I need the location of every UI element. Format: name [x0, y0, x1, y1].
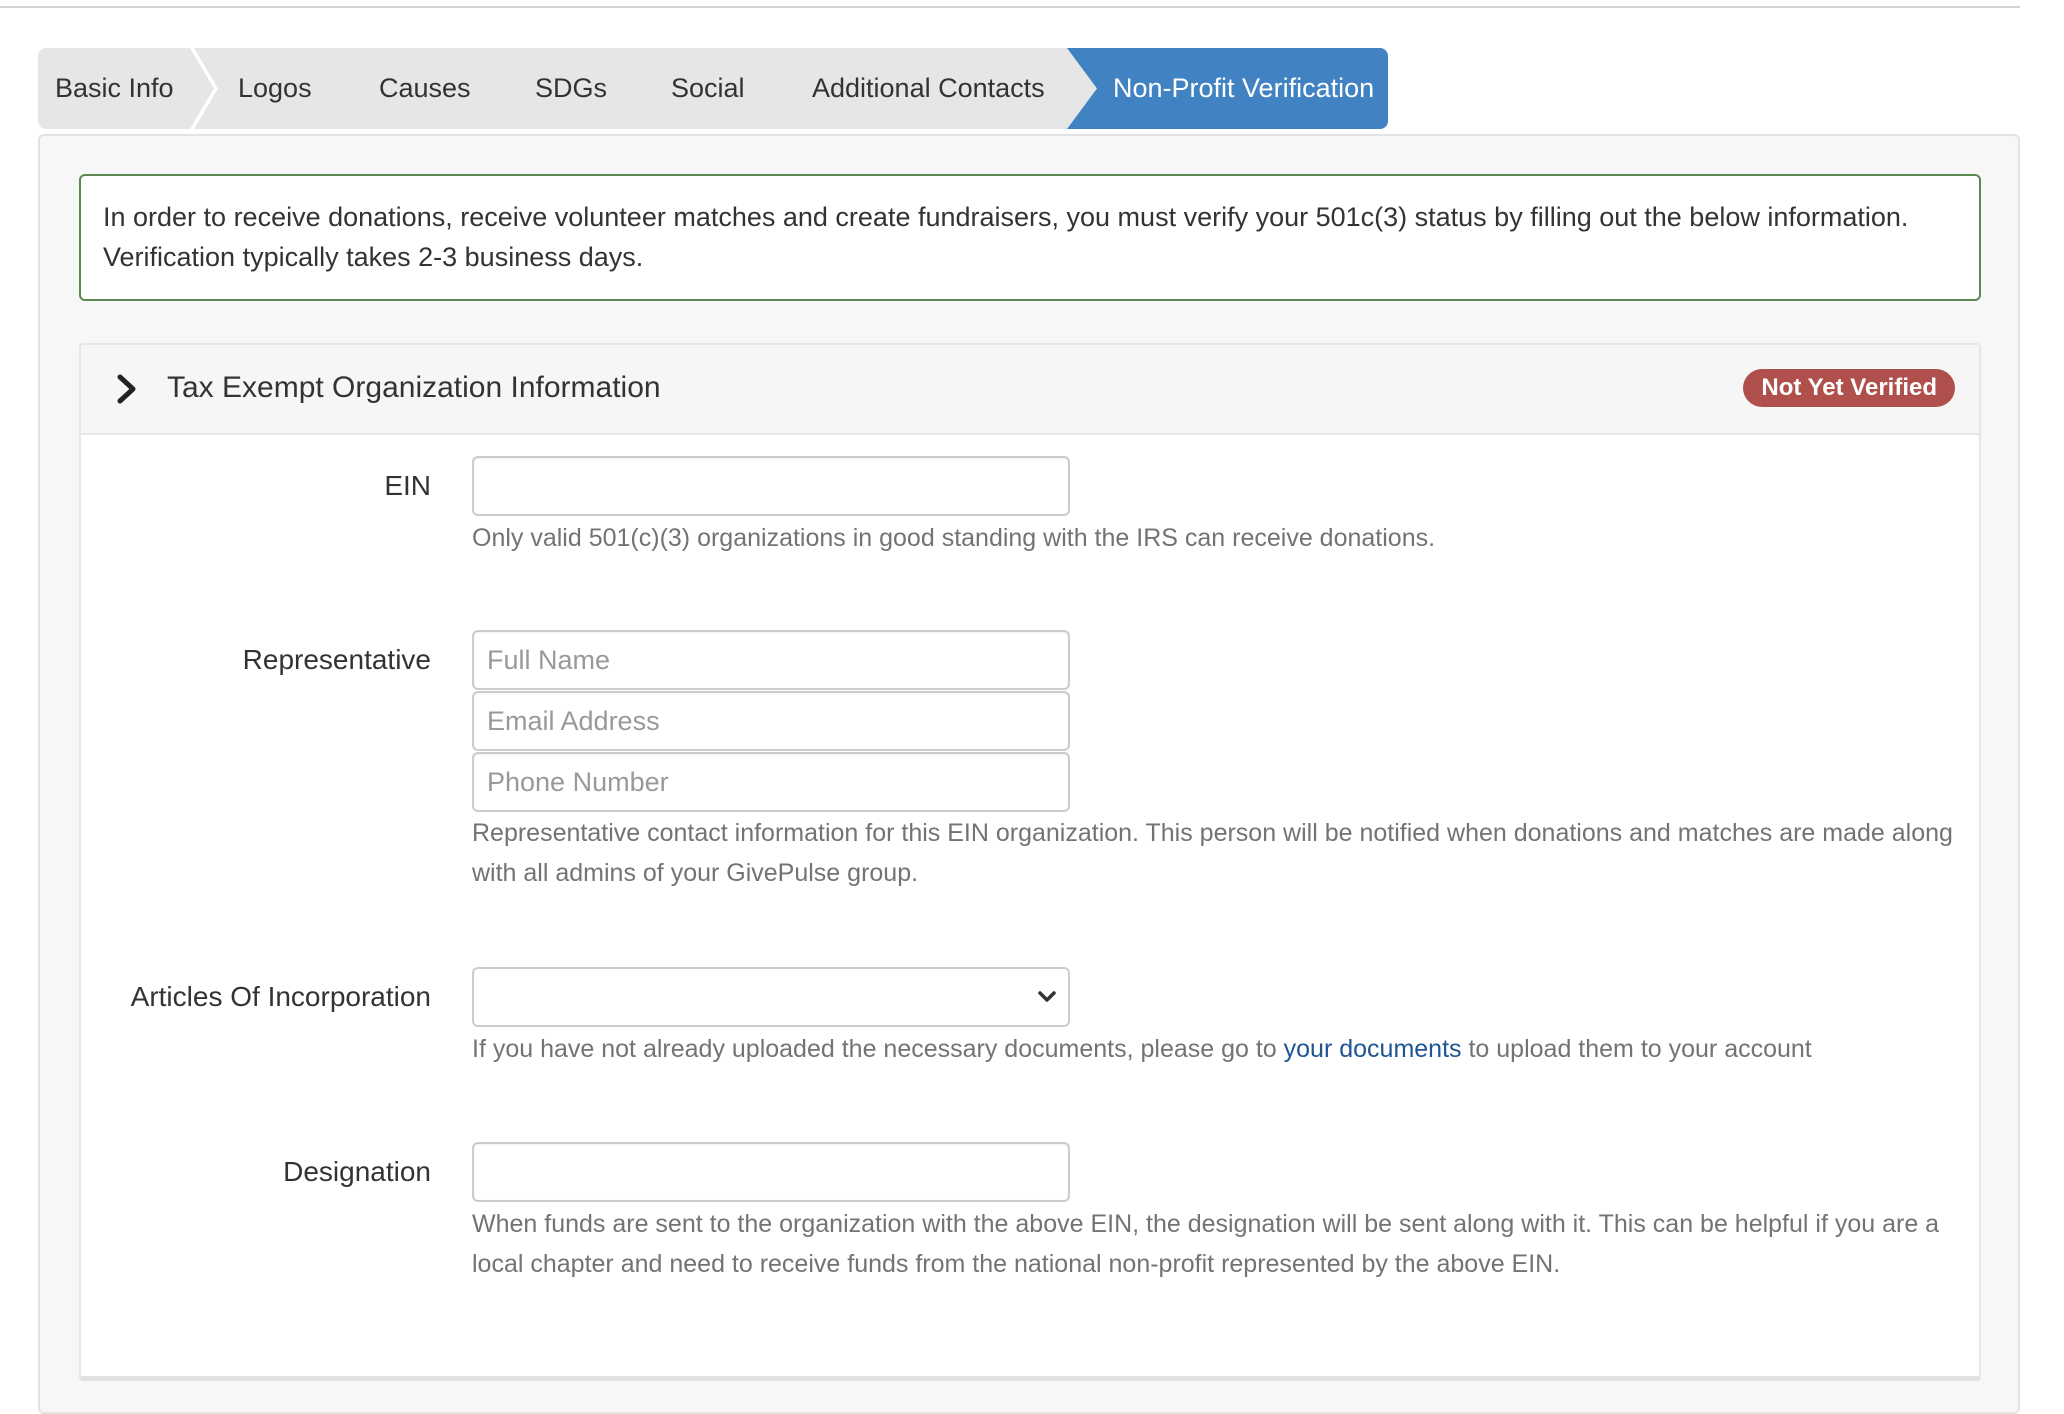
- verification-info-alert: In order to receive donations, receive v…: [79, 174, 1981, 301]
- designation-label: Designation: [283, 1156, 431, 1187]
- tab-logos[interactable]: Logos: [194, 48, 362, 129]
- articles-help-after: to upload them to your account: [1461, 1035, 1812, 1063]
- tab-label: Social: [671, 73, 745, 103]
- tab-label: SDGs: [535, 73, 608, 103]
- tab-label: Additional Contacts: [812, 73, 1045, 103]
- articles-of-incorporation-select[interactable]: [472, 967, 1070, 1027]
- tab-non-profit-verification[interactable]: Non-Profit Verification: [1067, 48, 1388, 129]
- designation-input[interactable]: [472, 1142, 1070, 1202]
- email-address-input[interactable]: [472, 691, 1070, 751]
- articles-of-incorporation-label: Articles Of Incorporation: [130, 981, 431, 1012]
- status-badge: Not Yet Verified: [1743, 369, 1955, 407]
- tab-basic-info[interactable]: Basic Info: [38, 48, 214, 129]
- tab-label: Basic Info: [55, 73, 174, 103]
- designation-help-text: When funds are sent to the organization …: [472, 1210, 1940, 1278]
- alert-text: In order to receive donations, receive v…: [103, 202, 1909, 272]
- representative-label: Representative: [242, 644, 431, 675]
- tab-social[interactable]: Social: [623, 48, 795, 129]
- your-documents-link[interactable]: your documents: [1284, 1035, 1462, 1063]
- full-name-input[interactable]: [472, 630, 1070, 690]
- tab-additional-contacts[interactable]: Additional Contacts: [765, 48, 1099, 129]
- card-title: Tax Exempt Organization Information: [167, 371, 661, 404]
- ein-help-text: Only valid 501(c)(3) organizations in go…: [472, 524, 1436, 552]
- chevron-right-icon: [117, 374, 136, 404]
- articles-help-before: If you have not already uploaded the nec…: [472, 1035, 1284, 1063]
- tab-label: Causes: [379, 73, 471, 103]
- ein-label: EIN: [384, 470, 431, 501]
- tab-sdgs[interactable]: SDGs: [489, 48, 649, 129]
- tax-exempt-card: Tax Exempt Organization Information Not …: [79, 343, 1981, 1381]
- ein-input[interactable]: [472, 456, 1070, 516]
- top-divider: [0, 6, 2020, 8]
- phone-number-input[interactable]: [472, 752, 1070, 812]
- articles-help-text: If you have not already uploaded the nec…: [472, 1029, 1962, 1069]
- tab-label: Non-Profit Verification: [1113, 73, 1375, 103]
- chevron-down-icon: [1038, 991, 1056, 1002]
- tax-exempt-card-header[interactable]: Tax Exempt Organization Information Not …: [81, 345, 1979, 435]
- tab-label: Logos: [238, 73, 312, 103]
- representative-help-text: Representative contact information for t…: [472, 819, 1953, 887]
- tab-causes[interactable]: Causes: [335, 48, 515, 129]
